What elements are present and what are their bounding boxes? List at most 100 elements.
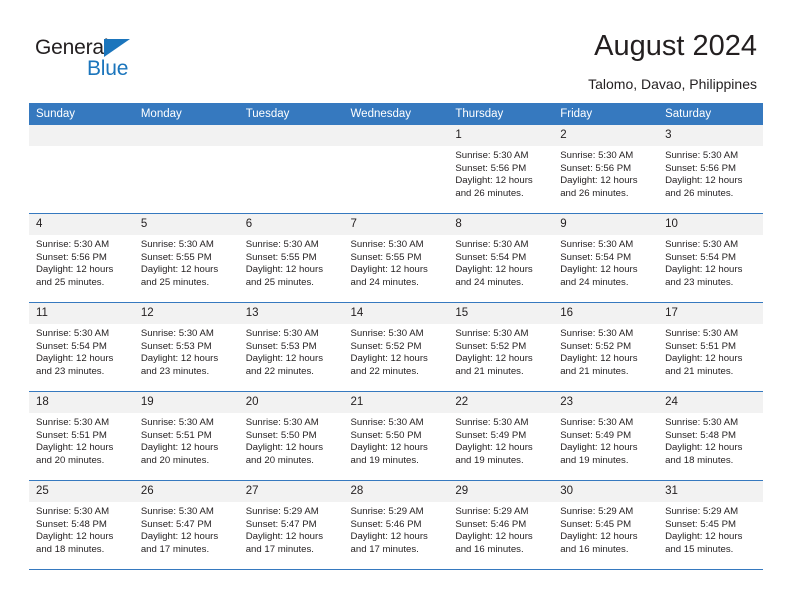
daylight-text-line1: Daylight: 12 hours (245, 442, 324, 454)
calendar-day-cell[interactable]: 26 Sunrise: 5:30 AM Sunset: 5:47 PM Dayligh… (133, 480, 239, 569)
day-number: 22 (448, 392, 554, 413)
calendar-day-cell[interactable]: 17 Sunrise: 5:30 AM Sunset: 5:51 PM Dayligh… (658, 302, 763, 392)
calendar-day-cell[interactable]: 31 Sunrise: 5:29 AM Sunset: 5:45 PM Dayligh… (658, 480, 763, 569)
day-number: 1 (448, 125, 554, 146)
day-number: 25 (29, 481, 134, 502)
daylight-text-line2: and 17 minutes. (245, 543, 314, 555)
calendar-day-cell[interactable]: 21 Sunrise: 5:30 AM Sunset: 5:50 PM Dayligh… (343, 391, 449, 481)
sunrise-text: Sunrise: 5:30 AM (245, 417, 319, 428)
day-sun-info: Sunrise: 5:30 AM Sunset: 5:52 PM Daylight:… (344, 324, 449, 378)
weekday-header-saturday: Saturday (658, 103, 763, 125)
daylight-text-line2: and 24 minutes. (455, 276, 524, 288)
calendar-week-row: 4 Sunrise: 5:30 AM Sunset: 5:56 PM Daylight… (29, 213, 763, 303)
sunrise-text: Sunrise: 5:30 AM (665, 239, 739, 250)
calendar-day-cell[interactable]: 28 Sunrise: 5:29 AM Sunset: 5:46 PM Dayligh… (343, 480, 449, 569)
calendar-day-cell[interactable]: 29 Sunrise: 5:29 AM Sunset: 5:46 PM Dayligh… (448, 480, 554, 569)
calendar-day-cell[interactable]: 7 Sunrise: 5:30 AM Sunset: 5:55 PM Daylight… (343, 213, 449, 303)
daylight-text-line2: and 19 minutes. (560, 454, 629, 466)
daylight-text-line2: and 15 minutes. (665, 543, 734, 555)
daylight-text-line2: and 16 minutes. (560, 543, 629, 555)
day-number: 6 (238, 214, 344, 235)
sunset-text: Sunset: 5:56 PM (36, 251, 107, 263)
daylight-text-line2: and 18 minutes. (665, 454, 734, 466)
day-sun-info: Sunrise: 5:30 AM Sunset: 5:50 PM Daylight:… (344, 413, 449, 467)
sunset-text: Sunset: 5:50 PM (350, 429, 422, 441)
sunrise-text: Sunrise: 5:30 AM (350, 417, 424, 428)
day-sun-info: Sunrise: 5:30 AM Sunset: 5:55 PM Daylight:… (239, 235, 344, 289)
calendar-day-cell[interactable]: 6 Sunrise: 5:30 AM Sunset: 5:55 PM Daylight… (238, 213, 344, 303)
sunset-text: Sunset: 5:56 PM (455, 162, 527, 174)
day-sun-info: Sunrise: 5:29 AM Sunset: 5:46 PM Daylight:… (344, 502, 449, 556)
sunrise-text: Sunrise: 5:30 AM (560, 417, 634, 428)
daylight-text-line2: and 25 minutes. (245, 276, 314, 288)
weekday-header-friday: Friday (553, 103, 659, 125)
calendar-day-cell[interactable]: 24 Sunrise: 5:30 AM Sunset: 5:48 PM Dayligh… (658, 391, 763, 481)
day-sun-info: Sunrise: 5:30 AM Sunset: 5:48 PM Daylight:… (658, 413, 763, 467)
daylight-text-line1: Daylight: 12 hours (665, 264, 743, 276)
day-sun-info: Sunrise: 5:30 AM Sunset: 5:49 PM Daylight:… (448, 413, 553, 467)
daylight-text-line1: Daylight: 12 hours (455, 264, 533, 276)
calendar-grid: Sunday Monday Tuesday Wednesday Thursday… (29, 103, 763, 570)
sunset-text: Sunset: 5:54 PM (665, 251, 736, 263)
daylight-text-line1: Daylight: 12 hours (350, 442, 428, 454)
calendar-day-cell[interactable]: 25 Sunrise: 5:30 AM Sunset: 5:48 PM Dayligh… (29, 480, 134, 569)
calendar-day-cell[interactable]: 23 Sunrise: 5:30 AM Sunset: 5:49 PM Dayligh… (553, 391, 659, 481)
calendar-day-cell[interactable]: 11 Sunrise: 5:30 AM Sunset: 5:54 PM Dayligh… (29, 302, 134, 392)
sunrise-text: Sunrise: 5:30 AM (455, 239, 529, 250)
day-number (29, 125, 134, 146)
day-number: 3 (658, 125, 763, 146)
daylight-text-line2: and 21 minutes. (455, 365, 524, 377)
day-sun-info: Sunrise: 5:29 AM Sunset: 5:46 PM Daylight:… (448, 502, 553, 556)
sunset-text: Sunset: 5:48 PM (36, 518, 107, 530)
calendar-day-cell[interactable]: 15 Sunrise: 5:30 AM Sunset: 5:52 PM Dayligh… (448, 302, 554, 392)
calendar-day-cell[interactable]: 12 Sunrise: 5:30 AM Sunset: 5:53 PM Dayligh… (133, 302, 239, 392)
calendar-day-cell[interactable]: 19 Sunrise: 5:30 AM Sunset: 5:51 PM Dayligh… (133, 391, 239, 481)
calendar-day-cell[interactable]: 13 Sunrise: 5:30 AM Sunset: 5:53 PM Dayligh… (238, 302, 344, 392)
day-sun-info: Sunrise: 5:30 AM Sunset: 5:56 PM Daylight:… (553, 146, 658, 200)
sunrise-text: Sunrise: 5:30 AM (140, 328, 214, 339)
day-number: 30 (553, 481, 659, 502)
calendar-day-cell[interactable]: 27 Sunrise: 5:29 AM Sunset: 5:47 PM Dayligh… (238, 480, 344, 569)
sunrise-text: Sunrise: 5:30 AM (36, 417, 110, 428)
sunrise-text: Sunrise: 5:29 AM (455, 506, 529, 517)
daylight-text-line2: and 21 minutes. (560, 365, 629, 377)
calendar-day-cell[interactable]: 22 Sunrise: 5:30 AM Sunset: 5:49 PM Dayligh… (448, 391, 554, 481)
calendar-day-cell[interactable]: 3 Sunrise: 5:30 AM Sunset: 5:56 PM Daylight… (658, 125, 763, 214)
sunset-text: Sunset: 5:46 PM (350, 518, 422, 530)
sunrise-text: Sunrise: 5:30 AM (36, 328, 110, 339)
calendar-day-cell[interactable]: 30 Sunrise: 5:29 AM Sunset: 5:45 PM Dayligh… (553, 480, 659, 569)
calendar-day-cell[interactable]: 16 Sunrise: 5:30 AM Sunset: 5:52 PM Dayligh… (553, 302, 659, 392)
calendar-day-cell[interactable]: 1 Sunrise: 5:30 AM Sunset: 5:56 PM Daylight… (448, 125, 554, 214)
calendar-day-cell[interactable]: 9 Sunrise: 5:30 AM Sunset: 5:54 PM Daylight… (553, 213, 659, 303)
logo-triangle-icon (104, 39, 130, 57)
calendar-day-cell[interactable]: 2 Sunrise: 5:30 AM Sunset: 5:56 PM Daylight… (553, 125, 659, 214)
calendar-day-cell[interactable]: 5 Sunrise: 5:30 AM Sunset: 5:55 PM Daylight… (133, 213, 239, 303)
day-number: 9 (553, 214, 659, 235)
sunset-text: Sunset: 5:45 PM (665, 518, 736, 530)
sunrise-text: Sunrise: 5:29 AM (560, 506, 634, 517)
calendar-day-cell[interactable]: 8 Sunrise: 5:30 AM Sunset: 5:54 PM Daylight… (448, 213, 554, 303)
calendar-day-cell[interactable]: 4 Sunrise: 5:30 AM Sunset: 5:56 PM Daylight… (29, 213, 134, 303)
calendar-day-cell[interactable]: 18 Sunrise: 5:30 AM Sunset: 5:51 PM Dayligh… (29, 391, 134, 481)
calendar-day-cell-empty (133, 125, 239, 214)
daylight-text-line1: Daylight: 12 hours (350, 531, 428, 543)
day-sun-info: Sunrise: 5:30 AM Sunset: 5:54 PM Daylight:… (448, 235, 553, 289)
generalblue-logo[interactable]: General Blue (35, 36, 235, 84)
day-sun-info: Sunrise: 5:30 AM Sunset: 5:47 PM Daylight:… (134, 502, 239, 556)
sunset-text: Sunset: 5:49 PM (455, 429, 527, 441)
daylight-text-line2: and 21 minutes. (665, 365, 734, 377)
sunrise-text: Sunrise: 5:30 AM (665, 150, 739, 161)
sunrise-text: Sunrise: 5:30 AM (560, 328, 634, 339)
calendar-day-cell[interactable]: 10 Sunrise: 5:30 AM Sunset: 5:54 PM Dayligh… (658, 213, 763, 303)
calendar-week-row: 25 Sunrise: 5:30 AM Sunset: 5:48 PM Dayligh… (29, 480, 763, 569)
day-sun-info: Sunrise: 5:30 AM Sunset: 5:52 PM Daylight:… (553, 324, 658, 378)
day-sun-info: Sunrise: 5:30 AM Sunset: 5:49 PM Daylight:… (553, 413, 658, 467)
daylight-text-line1: Daylight: 12 hours (140, 531, 219, 543)
daylight-text-line1: Daylight: 12 hours (36, 264, 114, 276)
daylight-text-line1: Daylight: 12 hours (245, 264, 324, 276)
daylight-text-line2: and 25 minutes. (36, 276, 105, 288)
daylight-text-line2: and 23 minutes. (140, 365, 210, 377)
calendar-week-row: 11 Sunrise: 5:30 AM Sunset: 5:54 PM Dayligh… (29, 302, 763, 392)
calendar-day-cell[interactable]: 20 Sunrise: 5:30 AM Sunset: 5:50 PM Dayligh… (238, 391, 344, 481)
calendar-day-cell[interactable]: 14 Sunrise: 5:30 AM Sunset: 5:52 PM Dayligh… (343, 302, 449, 392)
